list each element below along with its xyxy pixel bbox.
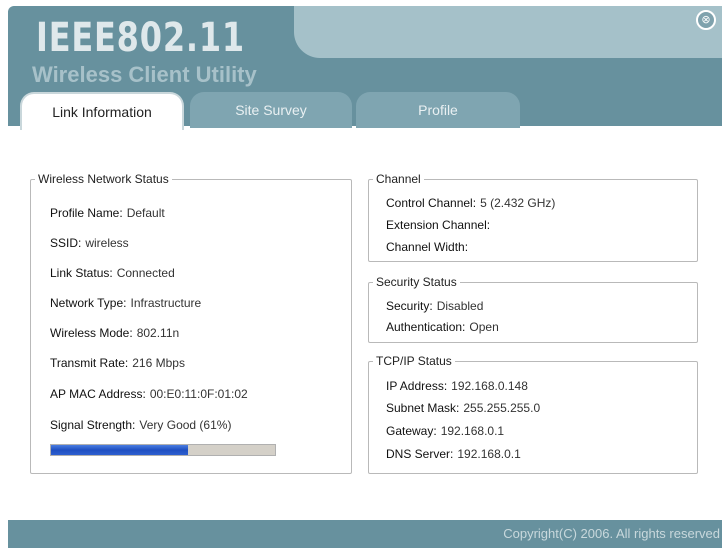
network-type-row: Network Type: Infrastructure xyxy=(50,296,201,310)
tab-link-information[interactable]: Link Information xyxy=(20,92,184,130)
subnet-mask-value: 255.255.255.0 xyxy=(463,401,541,415)
tab-profile[interactable]: Profile xyxy=(356,92,520,128)
transmit-rate-value: 216 Mbps xyxy=(132,356,185,370)
link-status-value: Connected xyxy=(116,266,175,280)
gateway-row: Gateway: 192.168.0.1 xyxy=(386,424,504,438)
ip-address-row: IP Address: 192.168.0.148 xyxy=(386,379,528,393)
signal-strength-value: Very Good (61%) xyxy=(139,418,232,432)
copyright-text: Copyright(C) 2006. All rights reserved xyxy=(503,526,720,541)
signal-strength-bar xyxy=(50,444,276,456)
ssid-label: SSID: xyxy=(50,236,82,250)
footer-bar: Copyright(C) 2006. All rights reserved xyxy=(8,520,722,548)
authentication-row: Authentication: Open xyxy=(386,320,499,334)
tcpip-status-legend: TCP/IP Status xyxy=(376,354,452,368)
authentication-label: Authentication: xyxy=(386,320,466,334)
security-value: Disabled xyxy=(436,299,484,313)
ip-address-label: IP Address: xyxy=(386,379,448,393)
header-notch xyxy=(294,6,722,58)
authentication-value: Open xyxy=(469,320,499,334)
ap-mac-value: 00:E0:11:0F:01:02 xyxy=(149,387,248,401)
extension-channel-label: Extension Channel: xyxy=(386,218,491,232)
gateway-label: Gateway: xyxy=(386,424,437,438)
channel-legend: Channel xyxy=(376,172,421,186)
header: IEEE802.11 Wireless Client Utility ⊗ Sit… xyxy=(0,0,722,130)
control-channel-row: Control Channel: 5 (2.432 GHz) xyxy=(386,196,555,210)
brand-title: IEEE802.11 xyxy=(36,15,245,61)
ap-mac-label: AP MAC Address: xyxy=(50,387,146,401)
tab-site-survey[interactable]: Site Survey xyxy=(190,92,352,128)
wireless-mode-value: 802.11n xyxy=(136,326,180,340)
security-row: Security: Disabled xyxy=(386,299,483,313)
profile-name-row: Profile Name: Default xyxy=(50,206,165,220)
signal-strength-label: Signal Strength: xyxy=(50,418,136,432)
channel-width-label: Channel Width: xyxy=(386,240,469,254)
control-channel-value: 5 (2.432 GHz) xyxy=(480,196,556,210)
control-channel-label: Control Channel: xyxy=(386,196,477,210)
security-status-legend: Security Status xyxy=(376,275,457,289)
dns-server-label: DNS Server: xyxy=(386,447,454,461)
app-subtitle: Wireless Client Utility xyxy=(32,62,257,87)
gateway-value: 192.168.0.1 xyxy=(440,424,505,438)
subnet-mask-label: Subnet Mask: xyxy=(386,401,460,415)
transmit-rate-label: Transmit Rate: xyxy=(50,356,129,370)
utility-window: IEEE802.11 Wireless Client Utility ⊗ Sit… xyxy=(0,0,722,548)
profile-name-label: Profile Name: xyxy=(50,206,123,220)
close-icon[interactable]: ⊗ xyxy=(696,10,716,30)
security-label: Security: xyxy=(386,299,433,313)
signal-strength-fill xyxy=(51,445,188,455)
profile-name-value: Default xyxy=(126,206,165,220)
signal-strength-row: Signal Strength: Very Good (61%) xyxy=(50,418,231,432)
extension-channel-row: Extension Channel: xyxy=(386,218,494,232)
transmit-rate-row: Transmit Rate: 216 Mbps xyxy=(50,356,185,370)
link-status-row: Link Status: Connected xyxy=(50,266,175,280)
ssid-row: SSID: wireless xyxy=(50,236,129,250)
wireless-mode-label: Wireless Mode: xyxy=(50,326,133,340)
dns-server-row: DNS Server: 192.168.0.1 xyxy=(386,447,521,461)
wireless-network-status-legend: Wireless Network Status xyxy=(38,172,169,186)
subnet-mask-row: Subnet Mask: 255.255.255.0 xyxy=(386,401,540,415)
link-status-label: Link Status: xyxy=(50,266,113,280)
channel-width-row: Channel Width: xyxy=(386,240,472,254)
ssid-value: wireless xyxy=(85,236,129,250)
wireless-mode-row: Wireless Mode: 802.11n xyxy=(50,326,179,340)
ip-address-value: 192.168.0.148 xyxy=(451,379,528,393)
ap-mac-row: AP MAC Address: 00:E0:11:0F:01:02 xyxy=(50,387,248,401)
dns-server-value: 192.168.0.1 xyxy=(457,447,521,461)
network-type-label: Network Type: xyxy=(50,296,127,310)
network-type-value: Infrastructure xyxy=(130,296,202,310)
